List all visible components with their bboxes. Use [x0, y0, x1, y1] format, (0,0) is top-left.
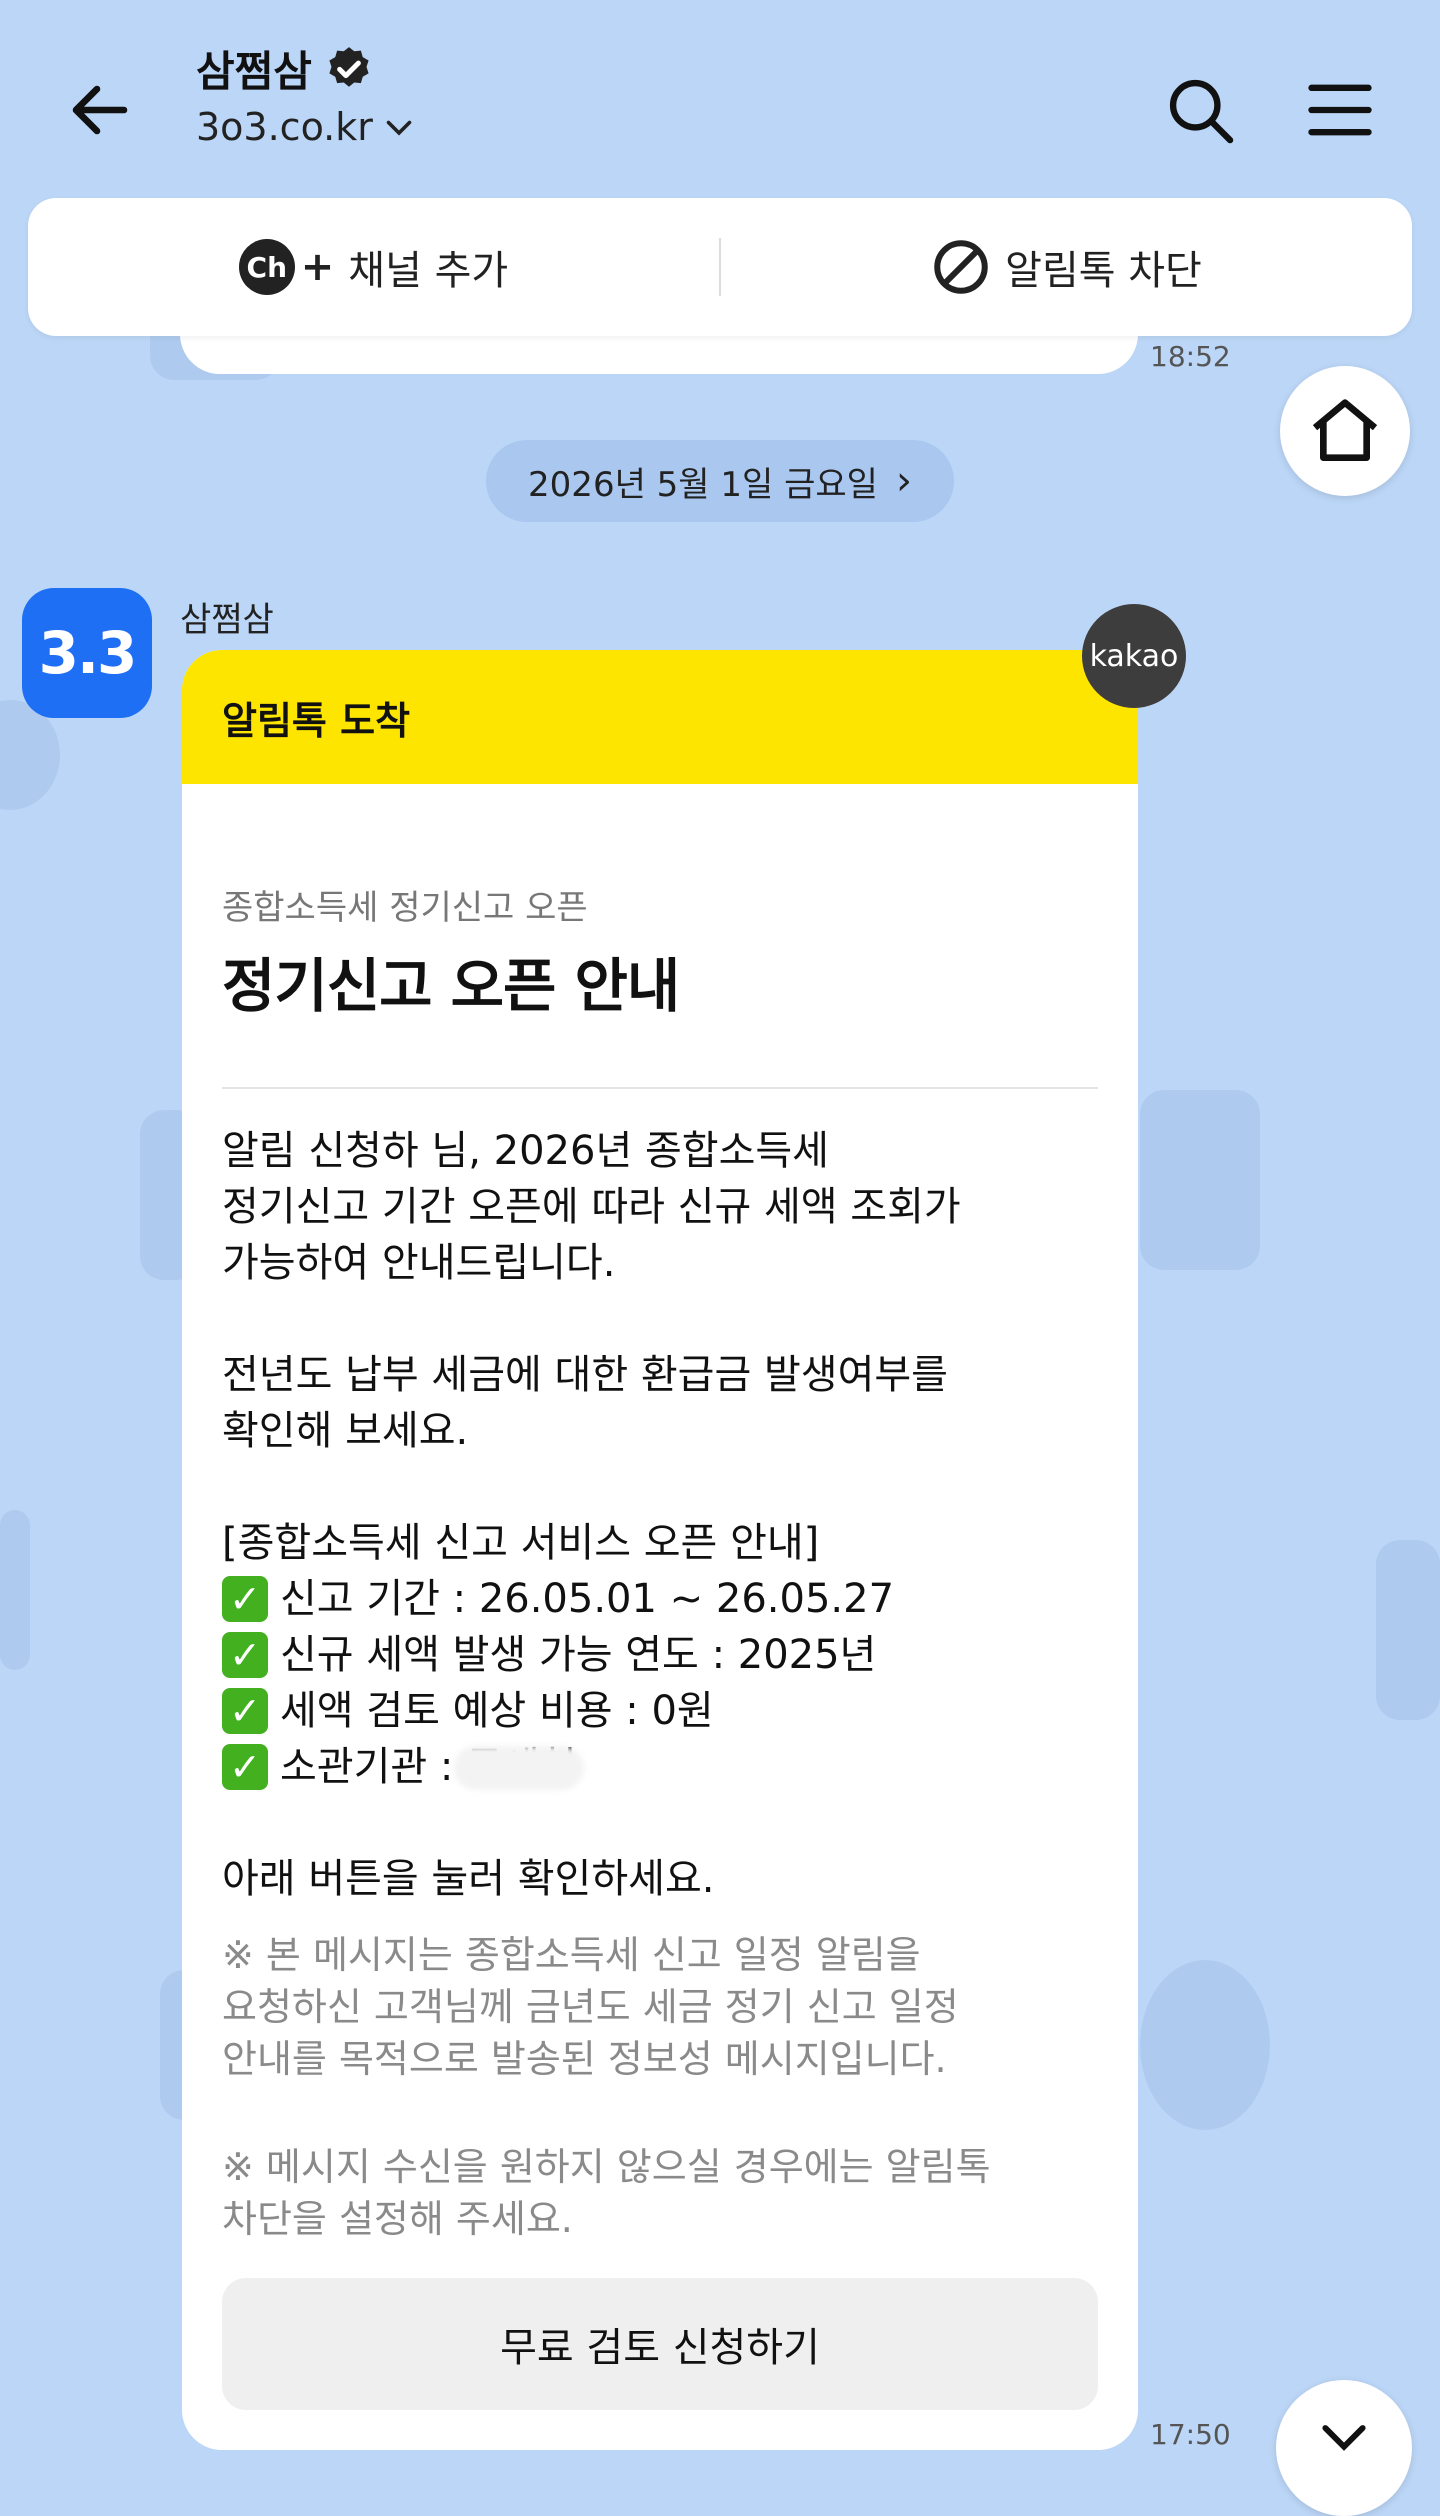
section-title: [종합소득세 신고 서비스 오픈 안내] — [222, 1520, 820, 1566]
background-decoration — [1140, 1090, 1260, 1270]
opt-out-line: ※ 메시지 수신을 원하지 않으실 경우에는 알림톡 — [222, 2145, 991, 2189]
hamburger-menu-icon — [1308, 84, 1372, 136]
search-button[interactable] — [1150, 60, 1250, 160]
chevron-down-icon — [1322, 2425, 1366, 2451]
back-button[interactable] — [50, 60, 150, 160]
channel-domain: 3o3.co.kr — [196, 105, 373, 149]
opt-out-paragraph: ※ 메시지 수신을 원하지 않으실 경우에는 알림톡 차단을 설정해 주세요. — [222, 2141, 1098, 2245]
checklist-item: ✓ 세액 검토 예상 비용 : 0원 — [222, 1683, 1098, 1739]
chevron-right-icon: › — [895, 458, 912, 504]
greeting-paragraph: 알림 신청하 님, 2026년 종합소득세 정기신고 기간 오픈에 따라 신규 … — [222, 1123, 1098, 1291]
check-mark-icon: ✓ — [222, 1688, 268, 1734]
channel-name: 삼쩜삼 — [196, 47, 312, 96]
kakao-badge-text: kakao — [1089, 638, 1179, 674]
background-decoration — [1140, 1960, 1270, 2130]
date-label: 2026년 5월 1일 금요일 — [528, 464, 878, 505]
checklist-text: 신규 세액 발생 가능 연도 : 2025년 — [280, 1632, 877, 1678]
notice-line: 안내를 목적으로 발송된 정보성 메시지입니다. — [222, 2037, 947, 2081]
block-alimtalk-button[interactable]: 알림톡 차단 — [721, 198, 1412, 336]
message-title: 정기신고 오픈 안내 — [222, 952, 680, 1020]
refund-line: 확인해 보세요. — [222, 1408, 469, 1454]
channel-title-area[interactable]: 삼쩜삼 3o3.co.kr — [196, 38, 417, 149]
opt-out-line: 차단을 설정해 주세요. — [222, 2197, 573, 2241]
channel-domain-row[interactable]: 3o3.co.kr — [196, 105, 417, 149]
kakao-badge: kakao — [1082, 604, 1186, 708]
verified-badge-icon — [329, 46, 369, 87]
block-icon — [934, 240, 988, 294]
add-channel-button[interactable]: Ch + 채널 추가 — [28, 198, 719, 336]
notice-paragraph: ※ 본 메시지는 종합소득세 신고 일정 알림을 요청하신 고객님께 금년도 세… — [222, 1929, 1098, 2085]
free-review-button[interactable]: 무료 검토 신청하기 — [222, 2278, 1098, 2410]
card-divider — [222, 1087, 1098, 1089]
menu-button[interactable] — [1290, 60, 1390, 160]
channel-action-bar: Ch + 채널 추가 알림톡 차단 — [28, 198, 1412, 336]
card-header: 알림톡 도착 — [182, 650, 1138, 784]
alimtalk-message-card: 알림톡 도착 종합소득세 정기신고 오픈 정기신고 오픈 안내 알림 신청하 님… — [182, 650, 1138, 2450]
channel-avatar[interactable]: 3.3 — [22, 588, 152, 718]
background-decoration — [0, 1510, 30, 1670]
plus-icon: + — [300, 244, 335, 290]
checklist-item: ✓ 소관기관 : 국세청 — [222, 1739, 1098, 1795]
arrow-left-icon — [72, 85, 128, 135]
check-mark-icon: ✓ — [222, 1576, 268, 1622]
redacted-name — [454, 1746, 584, 1790]
check-mark-icon: ✓ — [222, 1744, 268, 1790]
checklist-item: ✓ 신고 기간 : 26.05.01 ~ 26.05.27 — [222, 1571, 1098, 1627]
card-header-label: 알림톡 도착 — [222, 698, 411, 743]
search-icon — [1169, 79, 1234, 144]
refund-paragraph: 전년도 납부 세금에 대한 환급금 발생여부를 확인해 보세요. — [222, 1347, 1098, 1459]
prompt-paragraph: 아래 버튼을 눌러 확인하세요. — [222, 1851, 1098, 1907]
chevron-down-icon — [386, 120, 412, 136]
check-mark-icon: ✓ — [222, 1632, 268, 1678]
date-separator[interactable]: 2026년 5월 1일 금요일 › — [486, 440, 954, 522]
free-review-label: 무료 검토 신청하기 — [500, 2325, 820, 2371]
notice-line: 요청하신 고객님께 금년도 세금 정기 신고 일정 — [222, 1985, 959, 2029]
checklist-item: ✓ 신규 세액 발생 가능 연도 : 2025년 — [222, 1627, 1098, 1683]
message-time: 17:50 — [1150, 2418, 1231, 2451]
scroll-down-button[interactable] — [1276, 2380, 1412, 2516]
channel-title: 삼쩜삼 — [196, 38, 417, 99]
home-button[interactable] — [1280, 366, 1410, 496]
greeting-line: 가능하여 안내드립니다. — [222, 1240, 616, 1286]
channel-add-icon: Ch — [238, 239, 295, 295]
sender-name: 삼쩜삼 — [180, 600, 274, 640]
message-subtitle: 종합소득세 정기신고 오픈 — [222, 888, 588, 928]
prompt-text: 아래 버튼을 눌러 확인하세요. — [222, 1856, 715, 1902]
add-channel-label: 채널 추가 — [348, 248, 509, 294]
block-alimtalk-label: 알림톡 차단 — [1005, 248, 1202, 294]
notice-line: ※ 본 메시지는 종합소득세 신고 일정 알림을 — [222, 1933, 921, 1977]
card-body: 종합소득세 정기신고 오픈 정기신고 오픈 안내 알림 신청하 님, 2026년… — [182, 880, 1138, 2245]
refund-line: 전년도 납부 세금에 대한 환급금 발생여부를 — [222, 1352, 948, 1398]
previous-message-time: 18:52 — [1150, 340, 1231, 373]
avatar-text: 3.3 — [38, 619, 138, 687]
home-icon — [1312, 399, 1378, 461]
greeting-line: 알림 신청하 님, 2026년 종합소득세 — [222, 1128, 829, 1174]
greeting-line: 정기신고 기간 오픈에 따라 신규 세액 조회가 — [222, 1184, 961, 1230]
checklist-text: 신고 기간 : 26.05.01 ~ 26.05.27 — [280, 1576, 895, 1622]
service-info-section: [종합소득세 신고 서비스 오픈 안내] ✓ 신고 기간 : 26.05.01 … — [222, 1515, 1098, 1795]
channel-add-icon-text: Ch — [246, 250, 288, 284]
checklist-text: 세액 검토 예상 비용 : 0원 — [280, 1688, 714, 1734]
background-decoration — [1376, 1540, 1440, 1720]
